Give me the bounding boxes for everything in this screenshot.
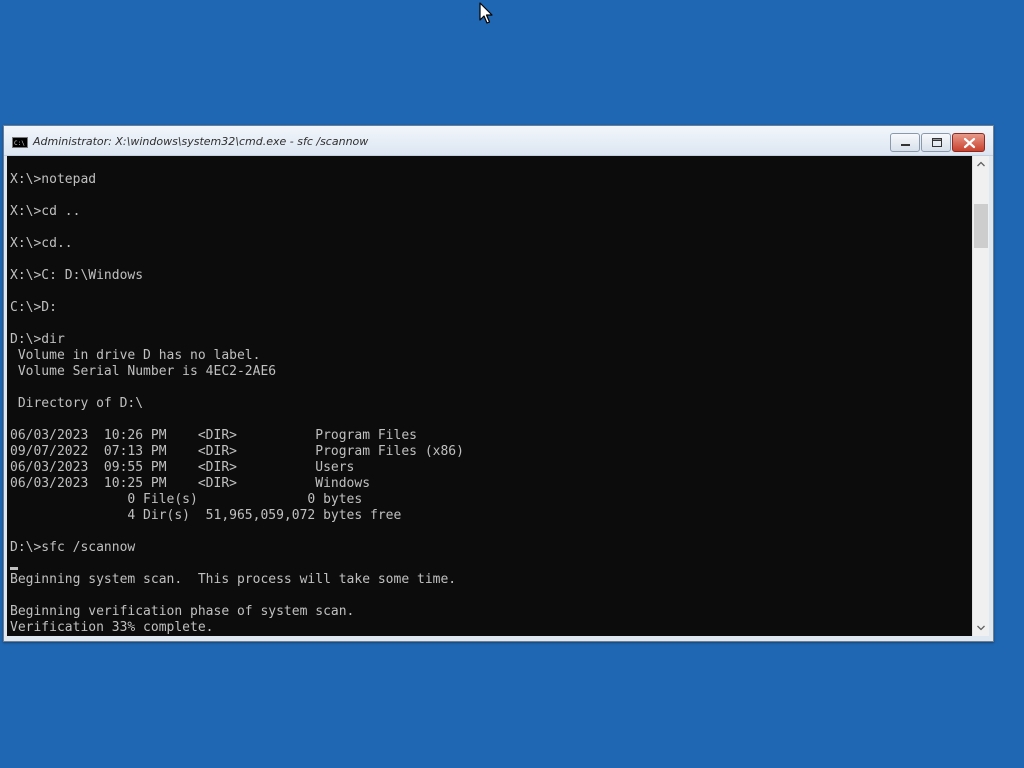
mouse-pointer-icon <box>479 2 495 26</box>
cmd-window: C:\ Administrator: X:\windows\system32\c… <box>3 125 994 642</box>
scroll-down-button[interactable] <box>973 620 989 636</box>
window-controls <box>889 133 985 153</box>
console-line: 06/03/2023 10:26 PM <DIR> Program Files <box>10 428 417 443</box>
scroll-down-arrow-icon <box>977 625 985 631</box>
close-icon <box>963 137 976 149</box>
svg-text:C:\: C:\ <box>14 140 25 147</box>
console-line: 09/07/2022 07:13 PM <DIR> Program Files … <box>10 444 464 459</box>
scroll-up-arrow-icon <box>977 161 985 167</box>
minimize-button[interactable] <box>890 133 920 152</box>
console-line: X:\>C: D:\Windows <box>10 268 144 283</box>
console-line: 4 Dir(s) 51,965,059,072 bytes free <box>10 508 402 523</box>
console-output[interactable]: X:\>notepad X:\>cd .. X:\>cd.. X:\>C: D:\Wi… <box>7 156 972 636</box>
minimize-icon <box>901 144 910 146</box>
console-line: D:\>dir <box>10 332 65 347</box>
text-cursor <box>10 567 18 570</box>
scroll-up-button[interactable] <box>973 156 989 172</box>
scroll-thumb[interactable] <box>974 204 988 248</box>
console-line: 06/03/2023 10:25 PM <DIR> Windows <box>10 476 371 491</box>
console-line: X:\>notepad <box>10 172 97 187</box>
console-line: Verification 33% complete. <box>10 620 214 635</box>
cmd-console-icon[interactable]: C:\ <box>12 137 28 148</box>
console-lines: X:\>notepad X:\>cd .. X:\>cd.. X:\>C: D:\Wi… <box>10 172 464 636</box>
console-line: Beginning verification phase of system s… <box>10 604 355 619</box>
maximize-button[interactable] <box>921 133 951 152</box>
maximize-icon <box>932 138 942 147</box>
desktop: C:\ Administrator: X:\windows\system32\c… <box>0 0 1024 768</box>
console-line: 06/03/2023 09:55 PM <DIR> Users <box>10 460 355 475</box>
close-button[interactable] <box>952 133 985 152</box>
console-line: D:\>sfc /scannow <box>10 540 136 555</box>
console-line: X:\>cd.. <box>10 236 73 251</box>
console-line: Volume Serial Number is 4EC2-2AE6 <box>10 364 277 379</box>
console-line: Beginning system scan. This process will… <box>10 572 457 587</box>
console-line: 0 File(s) 0 bytes <box>10 492 363 507</box>
vertical-scrollbar[interactable] <box>972 156 989 636</box>
console-line: Volume in drive D has no label. <box>10 348 261 363</box>
console-line: X:\>cd .. <box>10 204 81 219</box>
console-line: Directory of D:\ <box>10 396 144 411</box>
title-bar[interactable]: C:\ Administrator: X:\windows\system32\c… <box>4 126 993 156</box>
console-line: C:\>D: <box>10 300 57 315</box>
window-title: Administrator: X:\windows\system32\cmd.e… <box>33 135 369 148</box>
